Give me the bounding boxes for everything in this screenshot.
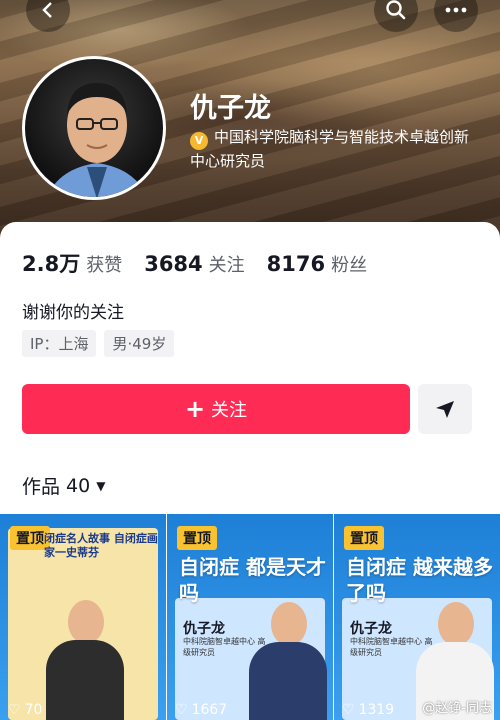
stat-followers[interactable]: 8176 粉丝 (267, 251, 367, 277)
pinned-badge: 置顶 (344, 526, 384, 550)
video-person (46, 600, 126, 720)
share-button[interactable] (418, 384, 472, 434)
works-label: 作品 (22, 476, 61, 498)
send-arrow-icon (436, 401, 454, 418)
video-headline: 自闭症 都是天才吗 (179, 555, 326, 605)
avatar[interactable] (22, 56, 166, 200)
verified-title-text: 中国科学院脑科学与智能技术卓越创新中心研究员 (190, 128, 470, 170)
follow-button[interactable]: + 关注 (22, 384, 410, 434)
stat-following[interactable]: 3684 关注 (144, 251, 244, 277)
plus-icon: + (184, 395, 206, 423)
watermark: @赵铮-同志 (422, 701, 492, 716)
pinned-badge: 置顶 (177, 526, 217, 550)
video-grid: 置顶 闭症名人故事 自闭症画家一史蒂芬 ♡ 70 置顶 自闭症 都是天才吗 仇子… (0, 514, 500, 720)
stat-likes-value: 2.8万 (22, 252, 81, 276)
profile-tags: IP：上海 男·49岁 (22, 330, 182, 357)
heart-icon: ♡ (342, 702, 355, 718)
profile-panel: 2.8万 获赞 3684 关注 8176 粉丝 谢谢你的关注 IP：上海 男·4… (0, 222, 500, 720)
stats-row: 2.8万 获赞 3684 关注 8176 粉丝 (22, 248, 389, 278)
heart-icon: ♡ (8, 702, 21, 718)
video-person (249, 602, 327, 720)
video-likes: ♡ 1667 (175, 702, 227, 718)
heart-icon: ♡ (175, 702, 188, 718)
profile-name: 仇子龙 (190, 93, 271, 124)
video-likes: ♡ 70 (8, 702, 42, 718)
stat-likes-label: 获赞 (86, 255, 123, 276)
back-arrow-icon (42, 2, 52, 18)
video-affiliation: 中科院脑智卓越中心 高级研究员 (350, 637, 433, 657)
tag-gender-age: 男·49岁 (104, 330, 175, 357)
search-icon (386, 0, 406, 20)
tab-works[interactable]: 作品 40 ▼ (22, 472, 105, 499)
video-likes-count: 70 (24, 702, 43, 718)
video-likes: ♡ 1319 (342, 702, 394, 718)
stat-followers-label: 粉丝 (331, 255, 368, 276)
bio-text: 谢谢你的关注 (22, 303, 124, 323)
video-name: 仇子龙 (350, 621, 392, 637)
stat-followers-value: 8176 (266, 252, 326, 276)
video-likes-count: 1667 (191, 702, 228, 718)
video-affiliation: 中科院脑智卓越中心 高级研究员 (183, 637, 266, 657)
video-headline: 自闭症 越来越多了吗 (346, 555, 493, 605)
stat-likes[interactable]: 2.8万 获赞 (22, 248, 122, 278)
verified-badge-icon: V (190, 132, 208, 150)
video-tile[interactable]: 置顶 闭症名人故事 自闭症画家一史蒂芬 ♡ 70 (0, 514, 166, 720)
avatar-portrait (47, 83, 147, 197)
stat-following-label: 关注 (208, 255, 245, 276)
video-headline: 闭症名人故事 自闭症画家一史蒂芬 (44, 532, 158, 559)
verified-title: V 中国科学院脑科学与智能技术卓越创新中心研究员 (190, 126, 480, 172)
more-dots-icon (445, 7, 467, 13)
caret-down-icon: ▼ (96, 478, 106, 493)
follow-label: 关注 (211, 400, 248, 421)
video-tile[interactable]: 置顶 自闭症 越来越多了吗 仇子龙 中科院脑智卓越中心 高级研究员 ♡ 1319… (334, 514, 500, 720)
video-tile[interactable]: 置顶 自闭症 都是天才吗 仇子龙 中科院脑智卓越中心 高级研究员 ♡ 1667 (167, 514, 333, 720)
tag-ip: IP：上海 (22, 330, 97, 357)
video-name: 仇子龙 (183, 621, 225, 637)
stat-following-value: 3684 (144, 252, 203, 276)
works-count: 40 (66, 474, 91, 497)
video-likes-count: 1319 (358, 702, 395, 718)
